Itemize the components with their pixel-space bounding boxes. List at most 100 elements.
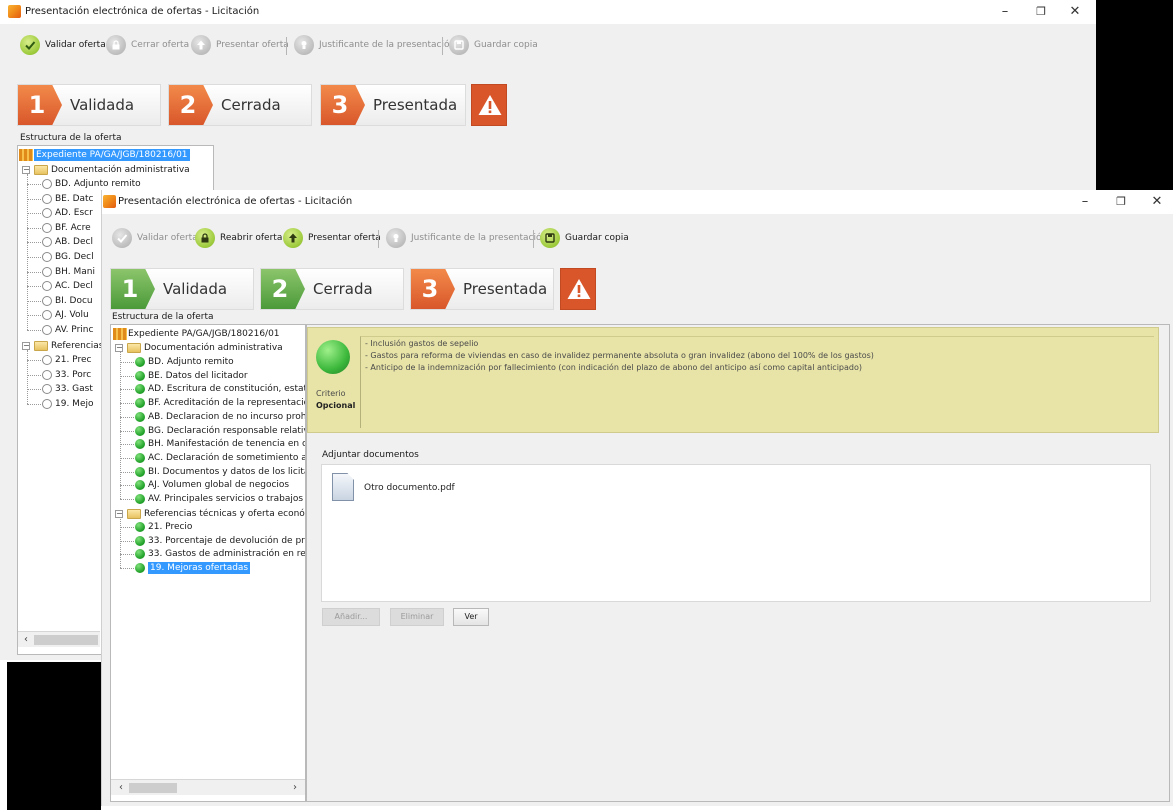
front-horizontal-scrollbar[interactable]: ‹ › <box>111 779 305 795</box>
arrow-up-icon <box>191 35 211 55</box>
step-validada: 1 Validada <box>110 268 254 310</box>
tree-item-label: AV. Princ <box>55 325 94 335</box>
tree-connector <box>27 227 41 229</box>
tree-connector <box>120 352 121 499</box>
close-button[interactable]: ✕ <box>1058 2 1092 22</box>
maximize-button[interactable]: ❐ <box>1104 192 1138 212</box>
status-ok-icon <box>135 466 145 477</box>
status-ok-icon <box>135 452 145 463</box>
status-pending-icon <box>42 384 52 395</box>
lock-icon <box>106 35 126 55</box>
close-button[interactable]: ✕ <box>1140 192 1173 212</box>
file-icon <box>332 473 354 501</box>
collapse-icon[interactable]: − <box>22 342 30 350</box>
status-pending-icon <box>42 295 52 306</box>
front-window-title: Presentación electrónica de ofertas - Li… <box>118 196 353 207</box>
minimize-button[interactable]: – <box>1068 192 1102 212</box>
collapse-icon[interactable]: − <box>115 344 123 352</box>
toolbar-separator <box>378 230 379 248</box>
document-item[interactable]: Otro documento.pdf <box>332 473 472 505</box>
tree-connector <box>27 300 41 302</box>
tree-connector <box>120 430 134 432</box>
justificante-button[interactable]: Justificante de la presentación <box>294 34 455 56</box>
front-toolbar: Validar oferta Reabrir oferta Presentar … <box>102 223 1173 253</box>
validar-oferta-button[interactable]: Validar oferta <box>112 227 198 249</box>
tree-connector <box>27 184 41 185</box>
warning-icon[interactable] <box>560 268 596 310</box>
tree-connector <box>120 499 134 500</box>
validar-oferta-button[interactable]: Validar oferta <box>20 34 106 56</box>
app-icon <box>103 195 116 208</box>
step-cerrada: 2 Cerrada <box>168 84 312 126</box>
criteria-box: Criterio Opcional - Inclusión gastos de … <box>307 327 1159 433</box>
tree-item-label: BD. Adjunto remito <box>148 357 234 367</box>
presentar-oferta-button[interactable]: Presentar oferta <box>283 227 381 249</box>
status-pending-icon <box>42 266 52 277</box>
folder-icon <box>34 165 48 175</box>
status-pending-icon <box>42 208 52 219</box>
tree-connector <box>27 360 41 361</box>
tree-connector <box>27 242 41 244</box>
tree-item-label: 33. Gastos de administración en relaci <box>148 549 306 560</box>
tree-connector <box>27 374 41 376</box>
justificante-button[interactable]: Justificante de la presentación <box>386 227 547 249</box>
scroll-left-icon[interactable]: ‹ <box>113 780 129 795</box>
reabrir-oferta-button[interactable]: Reabrir oferta <box>195 227 282 249</box>
scroll-left-icon[interactable]: ‹ <box>18 632 34 647</box>
criteria-text-box: - Inclusión gastos de sepelio - Gastos p… <box>360 336 1154 428</box>
tree-item-label: BF. Acre <box>55 222 91 233</box>
tree-connector <box>120 568 134 570</box>
document-name: Otro documento.pdf <box>364 483 455 493</box>
remove-button[interactable]: Eliminar <box>390 608 444 626</box>
tree-item-label: BE. Datc <box>55 193 94 204</box>
collapse-icon[interactable]: − <box>115 510 123 518</box>
tree-connector <box>120 444 134 446</box>
cerrar-oferta-button[interactable]: Cerrar oferta <box>106 34 189 56</box>
scroll-right-icon[interactable]: › <box>287 780 303 795</box>
warning-icon[interactable] <box>471 84 507 126</box>
presentar-oferta-button[interactable]: Presentar oferta <box>191 34 289 56</box>
tree-item-label: BH. Manifestación de tenencia en cue <box>148 439 306 450</box>
minimize-button[interactable]: – <box>988 2 1022 22</box>
status-pending-icon <box>42 281 52 292</box>
tree-connector <box>120 517 121 569</box>
tree-connector <box>27 286 41 288</box>
tree-connector <box>120 389 134 391</box>
step-validada: 1 Validada <box>17 84 161 126</box>
guardar-copia-button[interactable]: Guardar copia <box>449 34 538 56</box>
maximize-button[interactable]: ❐ <box>1024 2 1058 22</box>
tree-connector <box>120 471 134 473</box>
tree-connector <box>120 540 134 542</box>
status-pending-icon <box>42 355 52 365</box>
tree-item-label: BI. Documentos y datos de los licitado <box>148 466 306 477</box>
collapse-icon[interactable]: − <box>22 166 30 174</box>
tree-item-label: AC. Declaración de sometimiento a la <box>148 452 306 463</box>
tree-connector <box>27 403 41 405</box>
scroll-thumb[interactable] <box>129 783 177 793</box>
scroll-thumb[interactable] <box>34 635 98 645</box>
tree-item-label: AD. Escr <box>55 208 93 219</box>
tree-item-label: AV. Principales servicios o trabajos de <box>148 494 306 504</box>
tree-item-label: BH. Mani <box>55 266 95 277</box>
criteria-line: - Anticipo de la indemnización por falle… <box>365 363 862 372</box>
front-title-bar: Presentación electrónica de ofertas - Li… <box>102 190 1173 214</box>
status-ok-icon <box>135 398 145 409</box>
status-ok-icon <box>135 439 145 450</box>
documents-list[interactable]: Otro documento.pdf <box>321 464 1151 602</box>
save-icon <box>449 35 469 55</box>
tree-item-label: AC. Decl <box>55 281 93 292</box>
folder-icon <box>127 509 141 519</box>
criteria-label: Criterio <box>316 389 346 398</box>
folder-icon <box>113 328 127 340</box>
status-ok-icon <box>135 480 145 491</box>
tree-item-label: 33. Porc <box>55 369 92 380</box>
folder-icon <box>19 149 33 161</box>
arrow-up-icon <box>283 228 303 248</box>
structure-label: Estructura de la oferta <box>20 133 122 143</box>
view-button[interactable]: Ver <box>453 608 489 626</box>
back-horizontal-scrollbar[interactable]: ‹ <box>18 631 100 647</box>
add-button[interactable]: Añadir... <box>322 608 380 626</box>
tree-item-label: BE. Datos del licitador <box>148 370 248 381</box>
guardar-copia-button[interactable]: Guardar copia <box>540 227 629 249</box>
tree-connector <box>27 198 41 200</box>
